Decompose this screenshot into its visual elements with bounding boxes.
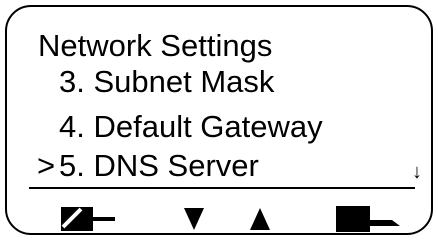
page-title: Network Settings	[38, 28, 273, 63]
back-icon	[61, 207, 115, 231]
down-softkey[interactable]	[179, 203, 209, 233]
divider	[29, 187, 415, 189]
menu-item-subnet-mask[interactable]: 3. Subnet Mask	[59, 65, 274, 99]
enter-softkey[interactable]	[334, 203, 402, 233]
selection-cursor: >	[37, 148, 56, 183]
enter-icon	[336, 206, 400, 232]
up-softkey[interactable]	[245, 203, 275, 233]
scroll-down-indicator-icon: ↓	[412, 161, 422, 183]
menu-item-dns-server[interactable]: 5. DNS Server	[59, 149, 259, 183]
down-arrow-icon	[184, 208, 204, 230]
menu-item-default-gateway[interactable]: 4. Default Gateway	[59, 110, 323, 144]
back-softkey[interactable]	[59, 203, 117, 233]
up-arrow-icon	[250, 208, 270, 230]
lcd-screen: Network Settings 3. Subnet Mask 4. Defau…	[5, 5, 433, 235]
